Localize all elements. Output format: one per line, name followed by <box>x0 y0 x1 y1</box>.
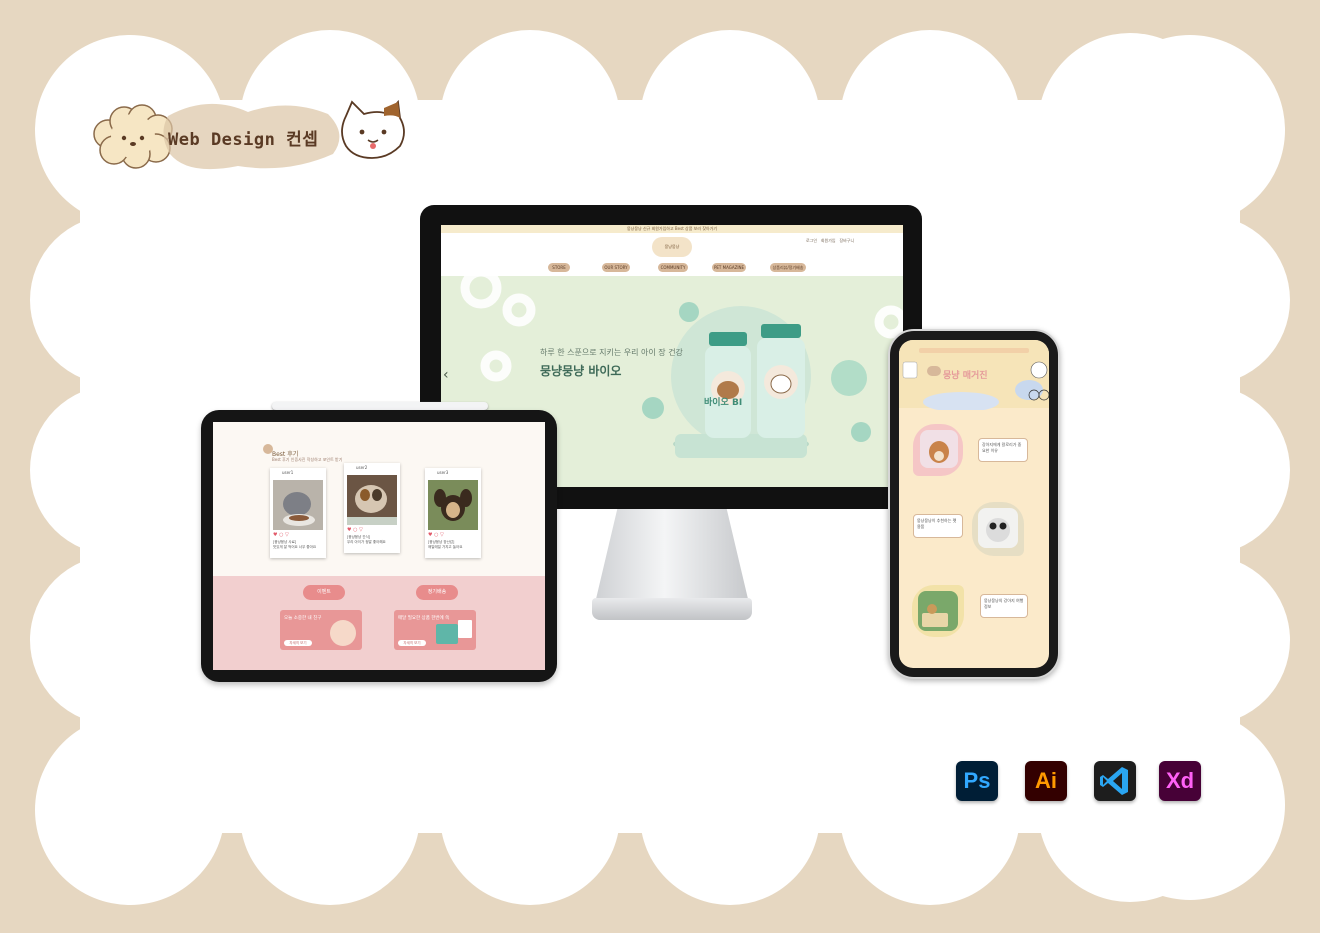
login-link[interactable]: 로그인 <box>806 238 817 243</box>
cart-link[interactable]: 장바구니 <box>839 238 854 243</box>
promo-section <box>213 576 545 670</box>
review-post[interactable]: user2 ♥ ○ ▽ [뭉냥뭉냥 간식] 우리 아이가 정말 좋아해요 <box>344 463 400 553</box>
post-body: 맛있게 잘 먹어요 너무 좋아요 <box>273 545 317 549</box>
illustrator-icon: Ai <box>1025 761 1067 801</box>
prev-arrow-icon[interactable]: ‹ <box>443 368 449 382</box>
photoshop-icon: Ps <box>956 761 998 801</box>
promo-tag-delivery: 정기배송 <box>416 585 458 600</box>
box-illustration <box>436 624 458 644</box>
monitor-util-links: 로그인 회원가입 장바구니 <box>806 238 854 244</box>
monitor-topbar[interactable]: 뭉냥뭉냥 신규 회원가입하고 Best 상품 보러 찾아가기 <box>441 225 903 233</box>
review-section-sub: Best 후기 인증사진 작성하고 포인트 받기 <box>272 457 343 462</box>
phone-hero-title: 뭉냥 매거진 <box>943 371 988 381</box>
promo-tag-event: 이벤트 <box>303 585 345 600</box>
nav-our-story[interactable]: OUR STORY <box>602 263 630 272</box>
review-post[interactable]: user1 ♥ ○ ▽ [뭉냥뭉냥 사료] 맛있게 잘 먹어요 너무 좋아요 <box>270 468 326 558</box>
heart-icon[interactable]: ♥ ○ ▽ <box>347 527 363 533</box>
nav-community[interactable]: COMMUNITY <box>658 263 688 272</box>
promo-button[interactable]: 자세히 보기 <box>284 640 312 646</box>
post-photo-dog <box>428 480 478 530</box>
magazine-photo-travel <box>918 591 958 631</box>
promo-card-event[interactable]: 오늘 소중한 내 친구 자세히 보기 <box>280 610 362 650</box>
vscode-icon <box>1094 761 1136 801</box>
magazine-bubble[interactable]: 뭉냥뭉냥의 강아지 여행 정보 <box>980 594 1028 618</box>
post-photo-cat <box>273 480 323 530</box>
magazine-photo-cat <box>978 508 1018 548</box>
monitor-stand <box>596 509 748 599</box>
card-illustration <box>458 620 472 638</box>
stylus-pen <box>272 402 488 410</box>
post-title: [뭉냥뭉냥 사료] <box>273 540 297 544</box>
heart-icon[interactable]: ♥ ○ ▽ <box>428 532 444 538</box>
review-post[interactable]: user3 ♥ ○ ▽ [뭉냥뭉냥 장난감] 매일매일 가지고 놀아요 <box>425 468 481 558</box>
hero-title: 뭉냥뭉냥 바이오 <box>540 364 622 378</box>
pets-illustration <box>330 620 356 646</box>
promo-card-delivery[interactable]: 매달 필요한 상품 한번에 쏙 자세히 보기 <box>394 610 476 650</box>
monitor-logo[interactable]: 뭉냥뭉냥 <box>652 237 692 257</box>
nav-review[interactable]: 상품리뷰/정기배송 <box>770 263 806 272</box>
post-title: [뭉냥뭉냥 간식] <box>347 535 371 539</box>
bottle-label: 바이오 BI <box>704 398 743 408</box>
post-body: 우리 아이가 정말 좋아해요 <box>347 540 386 544</box>
post-user: user2 <box>356 465 368 470</box>
post-photo-kitten <box>347 475 397 525</box>
hero-subtitle: 하루 한 스푼으로 지키는 우리 아이 장 건강 <box>540 348 683 357</box>
post-text: [뭉냥뭉냥 장난감] 매일매일 가지고 놀아요 <box>428 540 478 550</box>
post-text: [뭉냥뭉냥 사료] 맛있게 잘 먹어요 너무 좋아요 <box>273 540 323 550</box>
magazine-bubble[interactable]: 강아지에게 칼로리가 중요한 이유 <box>978 438 1028 462</box>
nav-store[interactable]: STORE <box>548 263 570 272</box>
signup-link[interactable]: 회원가입 <box>821 238 836 243</box>
promo-button[interactable]: 자세히 보기 <box>398 640 426 646</box>
post-user: user3 <box>437 470 449 475</box>
post-text: [뭉냥뭉냥 간식] 우리 아이가 정말 좋아해요 <box>347 535 397 545</box>
promo-text: 매달 필요한 상품 한번에 쏙 <box>398 616 450 621</box>
heart-icon[interactable]: ♥ ○ ▽ <box>273 532 289 538</box>
xd-icon: Xd <box>1159 761 1201 801</box>
nav-pet-magazine[interactable]: PET MAGAZINE <box>712 263 746 272</box>
post-body: 매일매일 가지고 놀아요 <box>428 545 463 549</box>
magazine-photo-dog <box>920 430 958 468</box>
promo-text: 오늘 소중한 내 친구 <box>284 616 322 621</box>
post-user: user1 <box>282 470 294 475</box>
post-title: [뭉냥뭉냥 장난감] <box>428 540 455 544</box>
monitor-foot <box>592 598 752 620</box>
page-title: Web Design 컨셉 <box>168 130 319 150</box>
magazine-bubble[interactable]: 뭉냥뭉냥이 추천하는 펫 용품 <box>913 514 963 538</box>
